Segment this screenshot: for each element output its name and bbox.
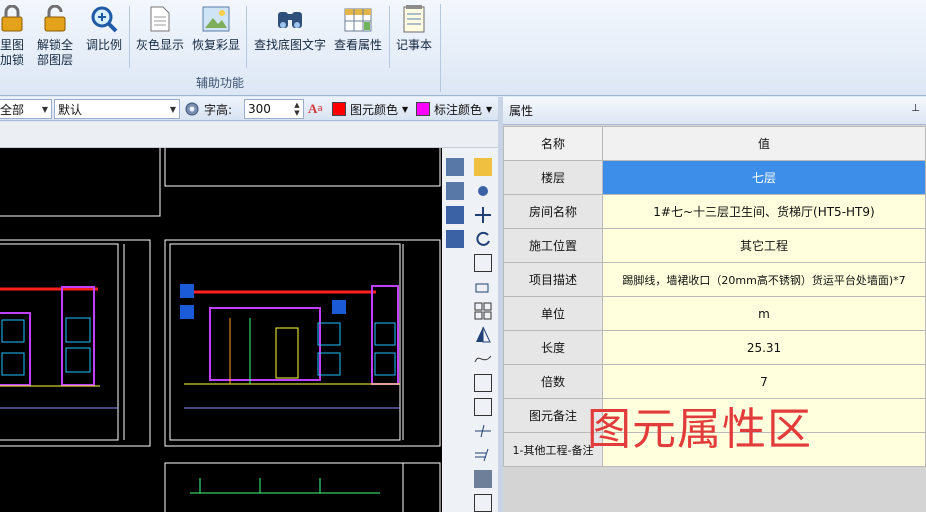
property-value[interactable]: 1#七~十三层卫生间、货梯厅(HT5-HT9) xyxy=(602,194,926,229)
3d-box-icon[interactable] xyxy=(474,470,492,488)
layer-combo[interactable]: 全部 ▼ xyxy=(0,99,52,119)
font-height-label: 字高: xyxy=(204,102,233,117)
font-height-input[interactable]: 300 ▲ ▼ xyxy=(244,99,304,119)
property-row-floor[interactable]: 楼层 七层 xyxy=(503,160,926,195)
table-properties-icon xyxy=(343,4,373,34)
lock-layer-button[interactable]: 里图 加锁 xyxy=(0,4,30,72)
property-value[interactable]: 25.31 xyxy=(602,330,926,365)
rotate-icon[interactable] xyxy=(474,230,492,248)
extend-icon[interactable] xyxy=(474,446,492,464)
group-icon[interactable] xyxy=(446,206,464,224)
style-combo-value: 默认 xyxy=(58,102,83,117)
move-icon[interactable] xyxy=(474,206,492,224)
property-value[interactable]: 踢脚线，墙裙收口（20mm高不锈钢）货运平台处墙面)*7 xyxy=(602,262,926,297)
gray-display-button[interactable]: 灰色显示 xyxy=(133,4,187,72)
element-color-label: 图元颜色 xyxy=(350,102,399,117)
ribbon-group-edge xyxy=(440,4,441,92)
property-row-room[interactable]: 房间名称 1#七~十三层卫生间、货梯厅(HT5-HT9) xyxy=(503,194,926,229)
property-key: 楼层 xyxy=(503,160,603,195)
chevron-down-icon: ▼ xyxy=(402,104,409,114)
binoculars-icon xyxy=(275,4,305,34)
chevron-down-icon: ▼ xyxy=(169,104,177,114)
element-color-swatch xyxy=(332,102,346,116)
find-base-text-button[interactable]: 查找底图文字 xyxy=(251,4,329,72)
view-properties-button[interactable]: 查看属性 xyxy=(331,4,385,72)
property-row-location[interactable]: 施工位置 其它工程 xyxy=(503,228,926,263)
picture-icon xyxy=(201,4,231,34)
header-value: 值 xyxy=(602,126,926,161)
property-key: 长度 xyxy=(503,330,603,365)
adjust-scale-button[interactable]: 调比例 xyxy=(82,4,126,72)
chevron-down-icon: ▼ xyxy=(486,104,493,114)
unlock-icon xyxy=(40,4,70,34)
ribbon-separator xyxy=(246,6,247,68)
eraser-icon[interactable] xyxy=(474,158,492,176)
property-value[interactable]: 其它工程 xyxy=(602,228,926,263)
element-color-button[interactable]: 图元颜色 ▼ xyxy=(332,99,408,119)
notepad-button[interactable]: 记事本 xyxy=(393,4,435,72)
style-combo[interactable]: 默认 ▼ xyxy=(54,99,180,119)
property-row-length[interactable]: 长度 25.31 xyxy=(503,330,926,365)
curve-icon[interactable] xyxy=(474,350,492,368)
frame-icon[interactable] xyxy=(474,494,492,512)
unlock-all-layers-button[interactable]: 解锁全 部图层 xyxy=(34,4,76,72)
properties-title-bar: 属性 ⊥ xyxy=(503,97,926,125)
ribbon-separator xyxy=(129,6,130,68)
property-key: 单位 xyxy=(503,296,603,331)
scale-icon[interactable] xyxy=(474,254,492,272)
properties-title: 属性 xyxy=(509,104,534,118)
property-key: 房间名称 xyxy=(503,194,603,229)
chevron-down-icon: ▼ xyxy=(41,104,49,114)
document-gray-icon xyxy=(145,4,175,34)
layer-icon[interactable] xyxy=(446,182,464,200)
lock-icon xyxy=(0,4,27,34)
property-key: 项目描述 xyxy=(503,262,603,297)
rect-trim-icon[interactable] xyxy=(474,398,492,416)
header-name: 名称 xyxy=(503,126,603,161)
format-toolbar: 全部 ▼ 默认 ▼ 字高: 300 ▲ ▼ Aa 图元颜色 ▼ 标注颜色 ▼ xyxy=(0,97,500,121)
annotation-overlay-label: 图元属性区 xyxy=(587,404,812,455)
annotation-color-swatch xyxy=(416,102,430,116)
ribbon-separator xyxy=(389,6,390,68)
property-row-unit[interactable]: 单位 m xyxy=(503,296,926,331)
text-style-icon[interactable]: Aa xyxy=(308,99,323,119)
font-height-label-group: 字高: xyxy=(184,99,232,119)
drawing-tab-strip xyxy=(0,122,500,148)
edit-tools-panel xyxy=(442,148,498,512)
restore-color-button[interactable]: 恢复彩显 xyxy=(189,4,243,72)
zoom-scale-icon xyxy=(89,4,119,34)
grid-header-row: 名称 值 xyxy=(503,126,926,161)
mirror-icon[interactable] xyxy=(474,326,492,344)
gear-icon xyxy=(184,101,200,117)
cad-drawing xyxy=(0,148,441,512)
offset-icon[interactable] xyxy=(474,278,492,296)
cad-canvas[interactable] xyxy=(0,148,442,512)
notepad-icon xyxy=(399,4,429,34)
property-key: 施工位置 xyxy=(503,228,603,263)
break-line-icon[interactable] xyxy=(474,422,492,440)
pin-icon[interactable]: ⊥ xyxy=(911,103,920,114)
layer-combo-value: 全部 xyxy=(0,102,25,117)
rect-cut-icon[interactable] xyxy=(474,374,492,392)
select-icon[interactable] xyxy=(474,182,492,200)
ribbon-group-label: 辅助功能 xyxy=(195,76,244,90)
property-value[interactable]: m xyxy=(602,296,926,331)
drawing-area xyxy=(0,122,500,512)
property-value[interactable]: 七层 xyxy=(602,160,926,195)
font-height-value: 300 xyxy=(248,102,271,116)
annotation-color-label: 标注颜色 xyxy=(434,102,483,117)
property-row-description[interactable]: 项目描述 踢脚线，墙裙收口（20mm高不锈钢）货运平台处墙面)*7 xyxy=(503,262,926,297)
annotation-color-button[interactable]: 标注颜色 ▼ xyxy=(416,99,492,119)
array-icon[interactable] xyxy=(474,302,492,320)
copy-icon[interactable] xyxy=(446,158,464,176)
spinner-icon[interactable]: ▲ ▼ xyxy=(291,101,303,117)
ribbon: 里图 加锁 解锁全 部图层 调比例 灰色显示 恢复彩显 查找底图文字 查看属性 … xyxy=(0,0,926,96)
ungroup-icon[interactable] xyxy=(446,230,464,248)
